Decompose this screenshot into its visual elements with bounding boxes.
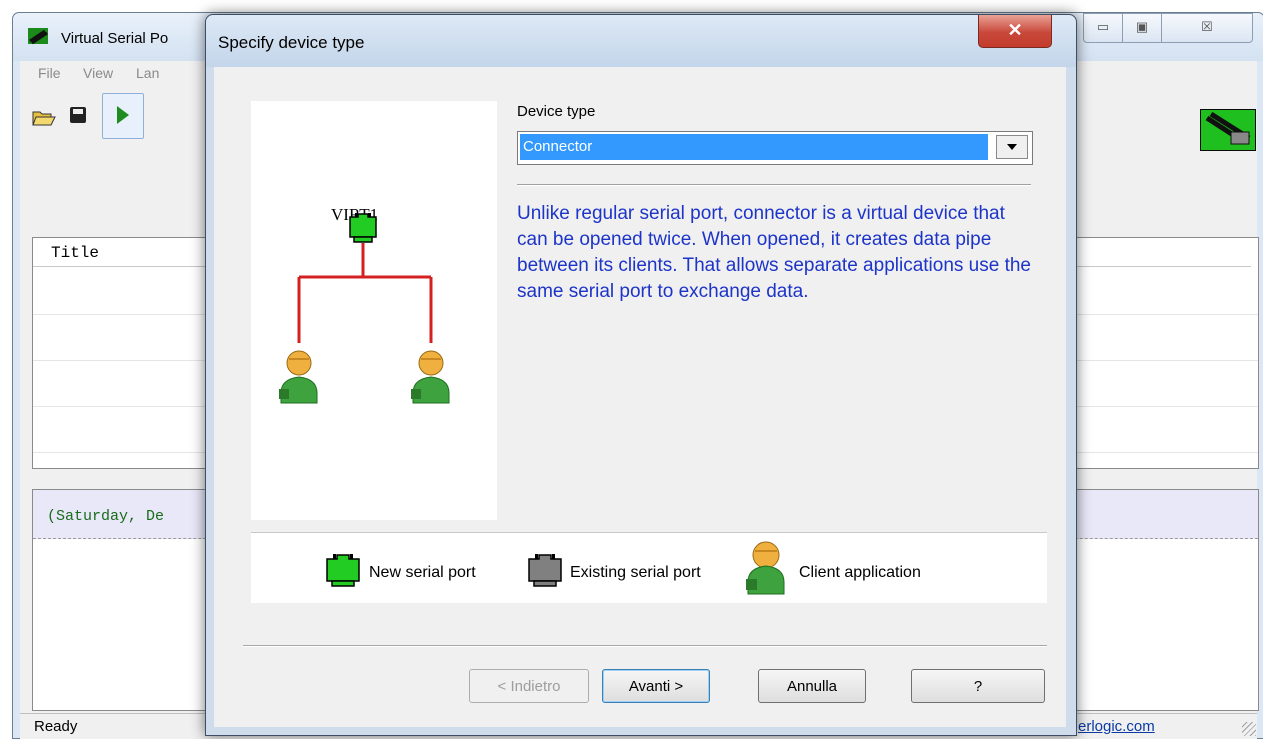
dialog-title: Specify device type [218,33,365,52]
separator [243,645,1047,647]
device-type-dropdown[interactable]: Connector [517,131,1033,165]
dialog-titlebar[interactable]: Specify device type ✕ [206,15,1076,67]
minimize-icon: ▭ [1096,19,1110,34]
client-application-icon [411,350,450,404]
legend-panel: New serial port Existing serial port Cli… [251,532,1047,603]
play-icon [117,106,129,124]
diagram-drawing [279,213,450,404]
maximize-button[interactable]: ▣ [1122,13,1162,43]
close-icon: ✕ [1007,20,1023,40]
menu-file[interactable]: File [38,65,61,81]
start-button[interactable] [102,93,144,139]
column-title[interactable]: Title [51,244,99,262]
specify-device-type-dialog: Specify device type ✕ VIRT1 Device type … [205,14,1077,736]
separator [517,184,1031,186]
cancel-button[interactable]: Annulla [758,669,866,703]
website-link[interactable]: erlogic.com [1078,718,1155,735]
legend-new-serial-port: New serial port [369,564,476,581]
client-application-icon [279,350,318,404]
open-folder-icon[interactable] [32,107,56,126]
minimize-button[interactable]: ▭ [1083,13,1123,43]
menu-language[interactable]: Lan [136,65,159,81]
resize-grip[interactable] [1242,722,1256,736]
new-serial-port-icon [326,554,360,587]
save-disk-icon[interactable] [70,107,86,123]
device-type-label: Device type [517,103,596,120]
dialog-client-area: VIRT1 Device type Connector Unlike regul… [214,67,1066,727]
menu-view[interactable]: View [83,65,113,81]
existing-serial-port-icon [528,554,562,587]
serial-connector-icon[interactable] [1200,109,1256,151]
next-button[interactable]: Avanti > [602,669,710,703]
legend-client-application: Client application [799,564,921,581]
connection-diagram: VIRT1 [251,101,497,520]
close-button[interactable]: ☒ [1161,13,1253,43]
device-type-selected-value: Connector [520,134,988,160]
maximize-icon: ▣ [1135,19,1149,34]
device-description: Unlike regular serial port, connector is… [517,203,1032,302]
client-application-icon [746,541,785,595]
new-serial-port-icon [349,213,377,243]
close-icon: ☒ [1201,19,1213,34]
chevron-down-icon[interactable] [996,135,1028,159]
legend-existing-serial-port: Existing serial port [570,564,701,581]
main-window-title: Virtual Serial Po [61,30,169,47]
serial-port-app-icon [27,25,49,47]
status-text: Ready [34,718,78,735]
back-button[interactable]: < Indietro [469,669,589,703]
help-button[interactable]: ? [911,669,1045,703]
wire-lines [297,243,433,343]
dialog-close-button[interactable]: ✕ [978,15,1052,48]
log-text: (Saturday, De [47,508,165,525]
